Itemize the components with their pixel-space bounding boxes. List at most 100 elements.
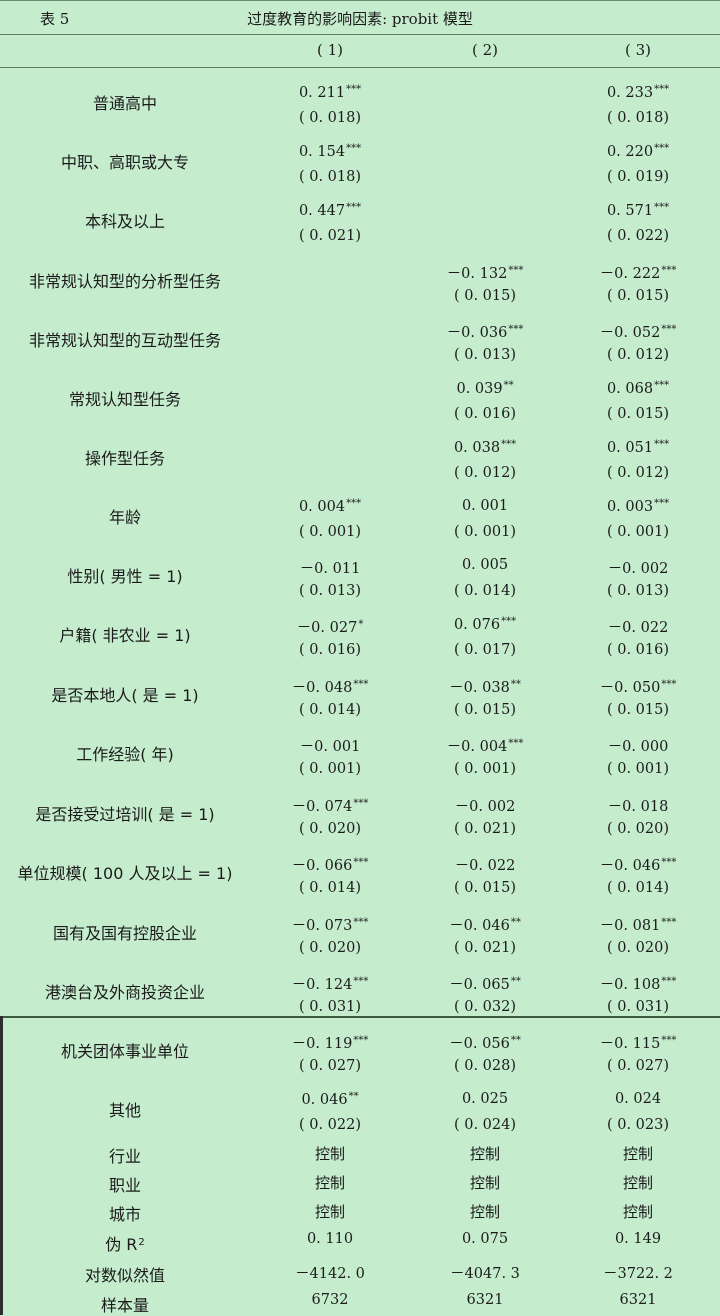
standard-error-cell: ( 0. 014) xyxy=(606,880,670,896)
standard-error-cell: ( 0. 001) xyxy=(298,524,362,540)
coefficient-cell: 0. 025 xyxy=(410,1091,560,1107)
summary-value: 6732 xyxy=(311,1292,349,1308)
coefficient-cell: －0. 004*** xyxy=(410,735,560,756)
significance-stars: *** xyxy=(346,143,362,154)
page-break-rule xyxy=(0,1016,720,1018)
coefficient-value: －0. 046 xyxy=(449,918,510,934)
summary-row: 样本量 6732 6321 6321 xyxy=(0,1292,720,1316)
standard-error-cell: ( 0. 021) xyxy=(298,228,362,244)
coefficient-cell: －0. 081*** xyxy=(563,914,713,935)
coefficient-value: 0. 447 xyxy=(298,203,346,219)
coefficient-cell: －0. 066*** xyxy=(255,854,405,875)
significance-stars: ** xyxy=(348,1091,359,1102)
standard-error-cell: ( 0. 019) xyxy=(606,169,670,185)
row-label: 本科及以上 xyxy=(84,212,165,231)
coefficient-cell: 0. 447*** xyxy=(255,202,405,219)
coefficient-cell: －0. 027* xyxy=(255,616,405,637)
standard-error-cell: ( 0. 001) xyxy=(606,761,670,777)
row-label: 是否接受过培训( 是 = 1) xyxy=(35,805,215,824)
standard-error-cell: ( 0. 001) xyxy=(453,761,517,777)
significance-stars: *** xyxy=(661,324,677,335)
significance-stars: *** xyxy=(654,439,670,450)
coefficient-value: －0. 011 xyxy=(299,561,361,577)
coefficient-cell: －0. 018 xyxy=(563,795,713,816)
coefficient-cell: －0. 036*** xyxy=(410,321,560,342)
significance-stars: *** xyxy=(346,84,362,95)
standard-error-cell: ( 0. 012) xyxy=(606,347,670,363)
standard-error-cell: ( 0. 023) xyxy=(606,1117,670,1133)
coefficient-value: －0. 022 xyxy=(454,858,516,874)
table-row: 本科及以上 0. 447***( 0. 021) 0. 571***( 0. 022… xyxy=(0,202,720,254)
significance-stars: *** xyxy=(353,798,369,809)
significance-stars: *** xyxy=(346,202,362,213)
significance-stars: *** xyxy=(661,1035,677,1046)
column-header-1: ( 1) xyxy=(316,41,343,59)
coefficient-value: －0. 119 xyxy=(291,1036,353,1052)
standard-error-cell: ( 0. 014) xyxy=(453,583,517,599)
regression-table: 表 5 过度教育的影响因素: probit 模型 ( 1) ( 2) ( 3) … xyxy=(0,0,720,1315)
summary-label: 城市 xyxy=(0,1201,250,1225)
summary-label-text: 样本量 xyxy=(100,1296,149,1315)
row-label: 户籍( 非农业 = 1) xyxy=(59,626,191,645)
coefficient-cell: －0. 022 xyxy=(410,854,560,875)
summary-value: 0. 075 xyxy=(461,1231,509,1247)
coefficient-cell: 0. 051*** xyxy=(563,439,713,456)
row-label: 非常规认知型的分析型任务 xyxy=(28,272,221,291)
coefficient-value: 0. 211 xyxy=(298,85,346,101)
coefficient-cell: －0. 048*** xyxy=(255,676,405,697)
coefficient-cell: －0. 038** xyxy=(410,676,560,697)
row-label: 国有及国有控股企业 xyxy=(52,924,197,943)
coefficient-value: 0. 068 xyxy=(606,381,654,397)
row-label: 单位规模( 100 人及以上 = 1) xyxy=(17,864,233,883)
row-label: 其他 xyxy=(108,1101,141,1120)
standard-error-cell: ( 0. 001) xyxy=(298,761,362,777)
significance-stars: *** xyxy=(353,976,369,987)
summary-value: 控制 xyxy=(314,1203,345,1221)
coefficient-value: －0. 108 xyxy=(599,977,661,993)
significance-stars: *** xyxy=(508,324,524,335)
coefficient-cell: －0. 001 xyxy=(255,735,405,756)
row-label: 港澳台及外商投资企业 xyxy=(44,983,205,1002)
summary-value: 0. 110 xyxy=(306,1231,354,1247)
standard-error-cell: ( 0. 014) xyxy=(298,880,362,896)
coefficient-value: 0. 003 xyxy=(606,499,654,515)
coefficient-value: －0. 066 xyxy=(291,858,353,874)
summary-label: 伪 R2 xyxy=(0,1231,250,1255)
summary-row: 行业 控制 控制 控制 xyxy=(0,1143,720,1167)
table-row: 单位规模( 100 人及以上 = 1) －0. 066*** ( 0. 014) －0… xyxy=(0,854,720,906)
standard-error-cell: ( 0. 001) xyxy=(453,524,517,540)
coefficient-cell: －0. 052*** xyxy=(563,321,713,342)
significance-stars: *** xyxy=(353,679,369,690)
coefficient-value: 0. 039 xyxy=(456,381,503,397)
coefficient-cell: 0. 211*** xyxy=(255,84,405,101)
table-row: 是否接受过培训( 是 = 1) －0. 074*** ( 0. 020) －0. 00… xyxy=(0,795,720,847)
coefficient-value: 0. 076 xyxy=(453,617,501,633)
standard-error-cell: ( 0. 016) xyxy=(606,642,670,658)
coefficient-value: 0. 233 xyxy=(606,85,654,101)
coefficient-cell: －0. 132*** xyxy=(410,262,560,283)
coefficient-cell: 0. 024 xyxy=(563,1091,713,1107)
coefficient-value: －0. 038 xyxy=(449,680,510,696)
significance-stars: ** xyxy=(510,976,521,987)
summary-label-superscript: 2 xyxy=(138,1237,145,1248)
coefficient-value: －0. 001 xyxy=(299,739,361,755)
standard-error-cell: ( 0. 016) xyxy=(453,406,517,422)
row-label: 性别( 男性 = 1) xyxy=(67,567,183,586)
standard-error-cell: ( 0. 024) xyxy=(453,1117,517,1133)
coefficient-value: －0. 002 xyxy=(607,561,669,577)
coefficient-value: －0. 056 xyxy=(449,1036,510,1052)
coefficient-value: 0. 001 xyxy=(461,498,509,514)
standard-error-cell: ( 0. 015) xyxy=(606,406,670,422)
coefficient-value: －0. 018 xyxy=(607,799,669,815)
significance-stars: *** xyxy=(501,616,517,627)
significance-stars: *** xyxy=(654,84,670,95)
standard-error-cell: ( 0. 001) xyxy=(606,524,670,540)
significance-stars: *** xyxy=(661,679,677,690)
table-row: 非常规认知型的互动型任务 －0. 036***( 0. 013) －0. 052**… xyxy=(0,321,720,373)
coefficient-value: 0. 046 xyxy=(301,1092,348,1108)
standard-error-cell: ( 0. 018) xyxy=(298,169,362,185)
table-row: 年龄 0. 004***( 0. 001) 0. 001( 0. 001) 0. 00… xyxy=(0,498,720,550)
significance-stars: *** xyxy=(353,917,369,928)
summary-label: 行业 xyxy=(0,1143,250,1167)
coefficient-value: －0. 081 xyxy=(599,918,661,934)
